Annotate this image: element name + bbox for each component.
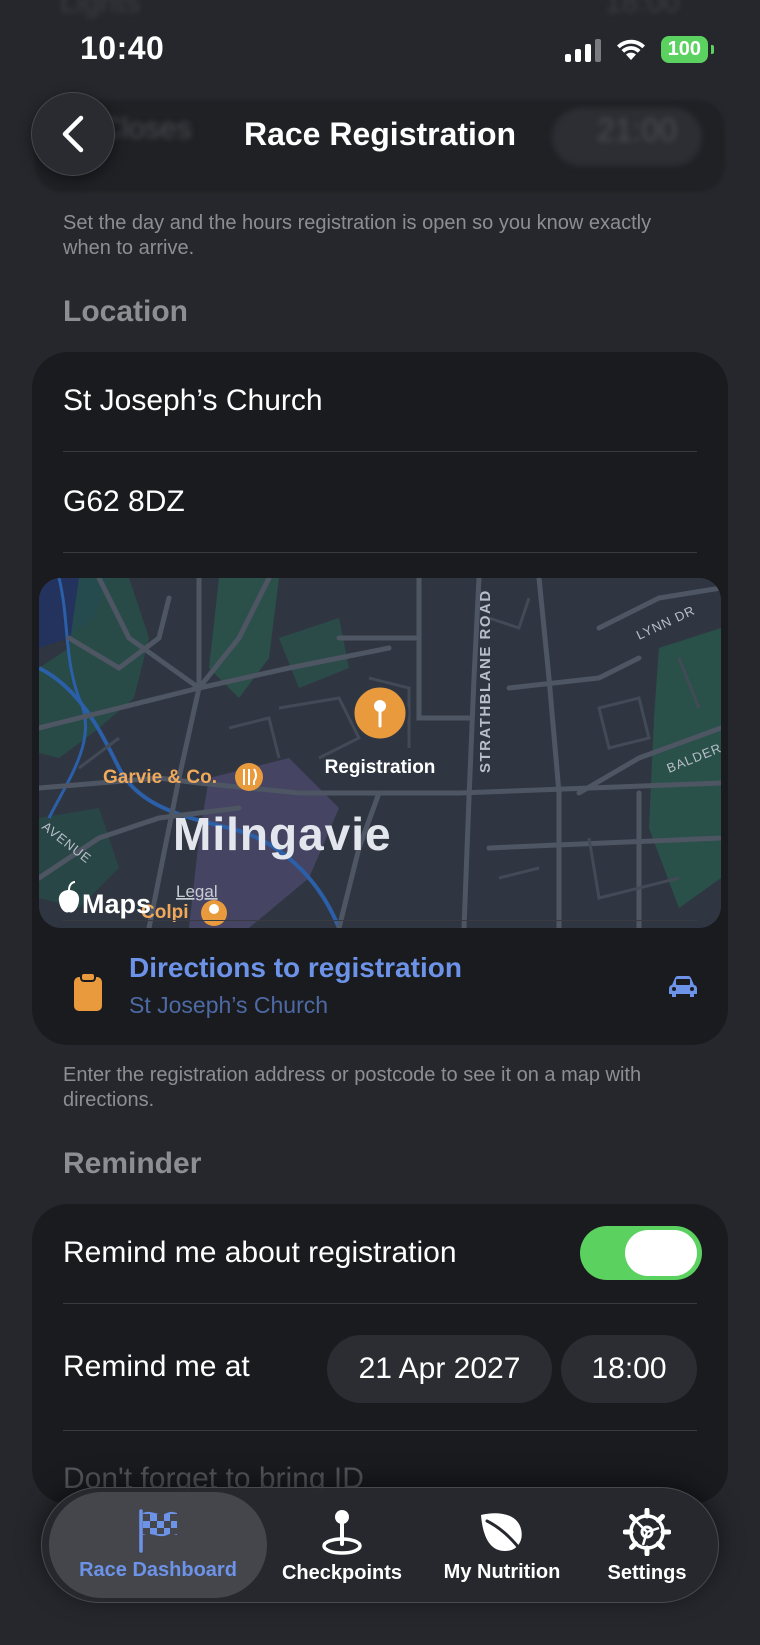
checkered-flag-icon [139,1508,177,1553]
location-heading: Location [63,295,188,328]
tab-label: My Nutrition [443,1560,561,1583]
battery-indicator: 100 [660,36,715,63]
cellular-signal-icon [564,38,601,62]
map-pin-icon [322,1509,362,1555]
pin-label: Registration [325,757,436,778]
tab-my-nutrition[interactable]: My Nutrition [417,1488,587,1604]
gear-icon [623,1507,671,1556]
location-footnote: Enter the registration address or postco… [63,1064,642,1111]
legal-link[interactable]: Legal [176,882,218,901]
car-icon[interactable] [668,974,698,998]
reminder-toggle[interactable] [580,1226,702,1280]
directions-link[interactable]: Directions to registration [129,952,462,984]
poi-label-garvie: Garvie & Co. [103,767,217,788]
directions-subtitle: St Joseph’s Church [129,992,329,1018]
registration-pin-icon[interactable] [351,684,409,742]
tab-label: Race Dashboard [79,1558,237,1581]
ice-cream-icon [201,900,227,926]
wifi-icon [616,39,645,60]
location-name-field[interactable]: St Joseph’s Church [63,384,323,418]
location-card: St Joseph’s Church G62 8DZ STRATHBLANE R… [32,352,728,1045]
tab-race-dashboard[interactable]: Race Dashboard [49,1492,267,1598]
divider [63,1303,697,1304]
remind-at-label: Remind me at [63,1350,250,1383]
ghost-row-label: Lights [60,0,141,19]
tab-label: Settings [607,1561,687,1584]
maps-attribution: Maps [82,889,151,919]
road-label-strathblane: STRATHBLANE ROAD [477,589,494,773]
reminder-toggle-label: Remind me about registration [63,1236,457,1269]
reminder-card: Remind me about registration Remind me a… [32,1204,728,1504]
divider [63,451,697,452]
tab-bar: Race Dashboard Checkpoints My Nutrition [41,1487,719,1603]
leaf-icon [481,1512,525,1554]
toggle-knob [625,1230,697,1276]
ghost-row-value: 18:00 [604,0,680,19]
reminder-heading: Reminder [63,1147,202,1180]
divider [63,552,697,553]
reminder-time-picker[interactable]: 18:00 [561,1335,697,1403]
bottom-safe-area [0,1610,760,1645]
divider [63,1430,697,1431]
divider [63,920,697,921]
page-title: Race Registration [243,116,517,152]
town-label: Milngavie [173,808,392,860]
clipboard-icon [74,972,102,1011]
postcode-field[interactable]: G62 8DZ [63,485,185,519]
status-time: 10:40 [80,30,165,66]
location-map[interactable]: STRATHBLANE ROAD LYNN DR BALDER AVENUE M… [39,578,721,928]
hours-footnote: Set the day and the hours registration i… [63,212,652,259]
restaurant-icon [235,763,263,791]
tab-settings[interactable]: Settings [582,1488,712,1604]
status-icons: 100 [564,36,715,63]
tab-label: Checkpoints [281,1561,403,1584]
reminder-date-picker[interactable]: 21 Apr 2027 [327,1335,552,1403]
tab-checkpoints[interactable]: Checkpoints [262,1488,422,1604]
